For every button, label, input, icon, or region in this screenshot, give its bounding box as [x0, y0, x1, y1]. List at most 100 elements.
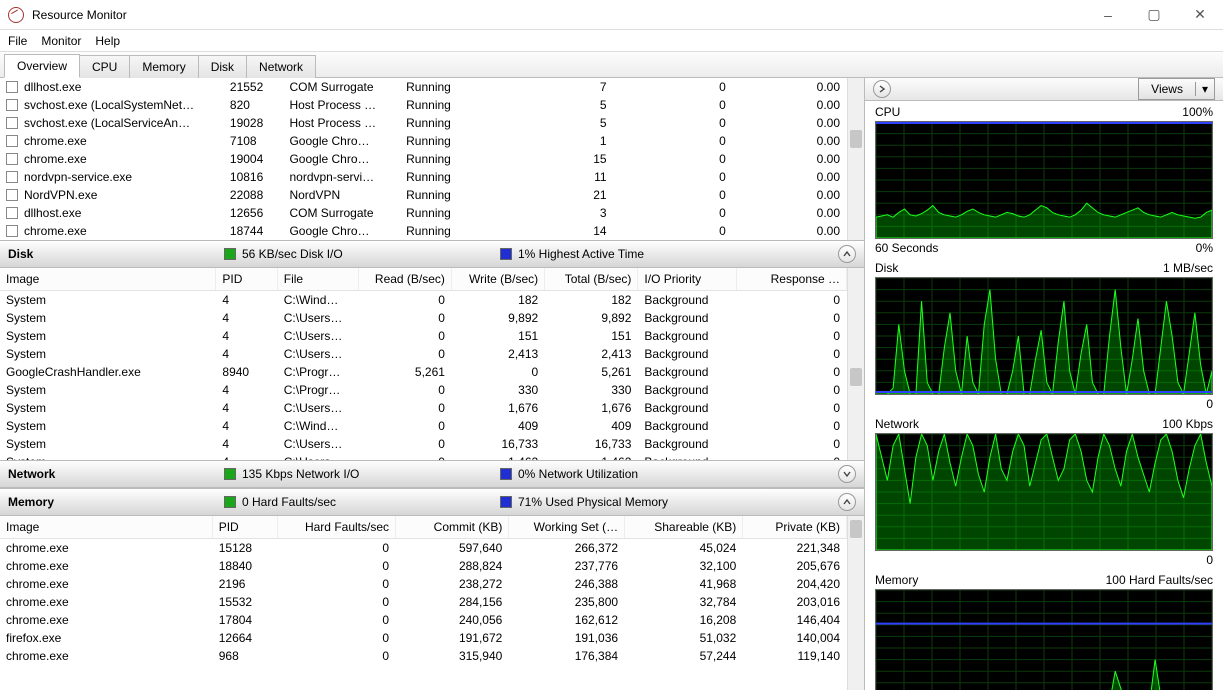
- disk-chart-right: 1 MB/sec: [1163, 261, 1213, 275]
- network-chart-title: Network: [875, 417, 919, 431]
- table-row[interactable]: chrome.exe155320284,156235,80032,784203,…: [0, 593, 847, 611]
- disk-h-file[interactable]: File: [277, 268, 358, 291]
- table-row[interactable]: chrome.exe9680315,940176,38457,244119,14…: [0, 647, 847, 665]
- table-row[interactable]: chrome.exe188400288,824237,77632,100205,…: [0, 557, 847, 575]
- mem-hf-value: 0 Hard Faults/sec: [242, 495, 336, 509]
- right-pane-toolbar: Views ▾: [865, 78, 1223, 101]
- net-util-value: 0% Network Utilization: [518, 467, 638, 481]
- row-checkbox[interactable]: [6, 135, 18, 147]
- disk-active-icon: [500, 248, 512, 260]
- mem-h-ws[interactable]: Working Set (…: [509, 516, 625, 539]
- cpu-chart-title: CPU: [875, 105, 900, 119]
- network-expand-icon[interactable]: [838, 465, 856, 483]
- mem-h-image[interactable]: Image: [0, 516, 212, 539]
- menu-file[interactable]: File: [8, 34, 27, 48]
- table-row[interactable]: chrome.exe18744Google Chro…Running1400.0…: [0, 222, 847, 240]
- table-row[interactable]: System4C:\Users…0151151Background0: [0, 327, 847, 345]
- memory-chart-title: Memory: [875, 573, 918, 587]
- network-chart-br: 0: [1206, 553, 1213, 567]
- mem-h-share[interactable]: Shareable (KB): [625, 516, 743, 539]
- table-row[interactable]: chrome.exe178040240,056162,61216,208146,…: [0, 611, 847, 629]
- disk-h-total[interactable]: Total (B/sec): [545, 268, 638, 291]
- tab-row: Overview CPU Memory Disk Network: [0, 52, 1223, 78]
- cpu-process-table: dllhost.exe21552COM SurrogateRunning700.…: [0, 78, 864, 240]
- disk-collapse-icon[interactable]: [838, 245, 856, 263]
- memory-section-title: Memory: [8, 495, 218, 509]
- row-checkbox[interactable]: [6, 171, 18, 183]
- tab-disk[interactable]: Disk: [198, 55, 247, 78]
- memory-collapse-icon[interactable]: [838, 493, 856, 511]
- mem-hf-icon: [224, 496, 236, 508]
- disk-h-pid[interactable]: PID: [216, 268, 277, 291]
- disk-h-resp[interactable]: Response …: [736, 268, 846, 291]
- tab-memory[interactable]: Memory: [129, 55, 198, 78]
- table-row[interactable]: nordvpn-service.exe10816nordvpn-servi…Ru…: [0, 168, 847, 186]
- memory-chart-right: 100 Hard Faults/sec: [1106, 573, 1213, 587]
- table-row[interactable]: System4C:\Users…01,6761,676Background0: [0, 399, 847, 417]
- tab-cpu[interactable]: CPU: [79, 55, 130, 78]
- table-row[interactable]: System4C:\Users…01,4621,462Background0: [0, 453, 847, 460]
- table-row[interactable]: chrome.exe21960238,272246,38841,968204,4…: [0, 575, 847, 593]
- table-row[interactable]: System4C:\Users…02,4132,413Background0: [0, 345, 847, 363]
- network-section-title: Network: [8, 467, 218, 481]
- cpu-chart-right: 100%: [1182, 105, 1213, 119]
- disk-h-prio[interactable]: I/O Priority: [638, 268, 736, 291]
- network-chart-block: Network 100 Kbps 0: [865, 413, 1223, 569]
- tab-network[interactable]: Network: [246, 55, 316, 78]
- table-row[interactable]: System4C:\Wind…0409409Background0: [0, 417, 847, 435]
- memory-table: Image PID Hard Faults/sec Commit (KB) Wo…: [0, 516, 864, 690]
- table-row[interactable]: System4C:\Users…09,8929,892Background0: [0, 309, 847, 327]
- views-dropdown-icon[interactable]: ▾: [1196, 82, 1214, 96]
- row-checkbox[interactable]: [6, 99, 18, 111]
- table-row[interactable]: System4C:\Wind…0182182Background0: [0, 291, 847, 310]
- table-row[interactable]: GoogleCrashHandler.exe8940C:\Progr…5,261…: [0, 363, 847, 381]
- memory-scrollbar[interactable]: [847, 516, 864, 690]
- mem-used-value: 71% Used Physical Memory: [518, 495, 668, 509]
- cpu-scrollbar[interactable]: [847, 78, 864, 240]
- chevron-right-icon[interactable]: [873, 80, 891, 98]
- row-checkbox[interactable]: [6, 117, 18, 129]
- network-section-header[interactable]: Network 135 Kbps Network I/O 0% Network …: [0, 460, 864, 488]
- table-row[interactable]: dllhost.exe12656COM SurrogateRunning300.…: [0, 204, 847, 222]
- mem-h-commit[interactable]: Commit (KB): [396, 516, 509, 539]
- views-button[interactable]: Views ▾: [1138, 78, 1215, 100]
- table-row[interactable]: chrome.exe19004Google Chro…Running1500.0…: [0, 150, 847, 168]
- table-row[interactable]: svchost.exe (LocalServiceAn…19028Host Pr…: [0, 114, 847, 132]
- disk-chart-br: 0: [1206, 397, 1213, 411]
- table-row[interactable]: svchost.exe (LocalSystemNet…820Host Proc…: [0, 96, 847, 114]
- row-checkbox[interactable]: [6, 189, 18, 201]
- row-checkbox[interactable]: [6, 81, 18, 93]
- tab-overview[interactable]: Overview: [4, 54, 80, 78]
- memory-section-header[interactable]: Memory 0 Hard Faults/sec 71% Used Physic…: [0, 488, 864, 516]
- maximize-button[interactable]: ▢: [1131, 0, 1177, 30]
- row-checkbox[interactable]: [6, 153, 18, 165]
- disk-h-write[interactable]: Write (B/sec): [451, 268, 544, 291]
- table-row[interactable]: System4C:\Progr…0330330Background0: [0, 381, 847, 399]
- disk-table: Image PID File Read (B/sec) Write (B/sec…: [0, 268, 864, 460]
- row-checkbox[interactable]: [6, 207, 18, 219]
- table-row[interactable]: firefox.exe126640191,672191,03651,032140…: [0, 629, 847, 647]
- mem-h-hf[interactable]: Hard Faults/sec: [277, 516, 395, 539]
- table-row[interactable]: System4C:\Users…016,73316,733Background0: [0, 435, 847, 453]
- table-row[interactable]: dllhost.exe21552COM SurrogateRunning700.…: [0, 78, 847, 96]
- disk-active-value: 1% Highest Active Time: [518, 247, 644, 261]
- disk-scrollbar[interactable]: [847, 268, 864, 460]
- mem-used-icon: [500, 496, 512, 508]
- minimize-button[interactable]: –: [1085, 0, 1131, 30]
- disk-h-image[interactable]: Image: [0, 268, 216, 291]
- table-row[interactable]: chrome.exe151280597,640266,37245,024221,…: [0, 539, 847, 558]
- table-row[interactable]: chrome.exe7108Google Chro…Running100.00: [0, 132, 847, 150]
- mem-h-pid[interactable]: PID: [212, 516, 277, 539]
- menu-monitor[interactable]: Monitor: [41, 34, 81, 48]
- disk-h-read[interactable]: Read (B/sec): [358, 268, 451, 291]
- menu-help[interactable]: Help: [95, 34, 120, 48]
- row-checkbox[interactable]: [6, 225, 18, 237]
- left-pane: dllhost.exe21552COM SurrogateRunning700.…: [0, 78, 865, 690]
- disk-io-value: 56 KB/sec Disk I/O: [242, 247, 343, 261]
- table-row[interactable]: NordVPN.exe22088NordVPNRunning2100.00: [0, 186, 847, 204]
- disk-section-header[interactable]: Disk 56 KB/sec Disk I/O 1% Highest Activ…: [0, 240, 864, 268]
- close-button[interactable]: ✕: [1177, 0, 1223, 30]
- views-label: Views: [1139, 82, 1196, 96]
- mem-h-priv[interactable]: Private (KB): [743, 516, 847, 539]
- disk-chart-title: Disk: [875, 261, 898, 275]
